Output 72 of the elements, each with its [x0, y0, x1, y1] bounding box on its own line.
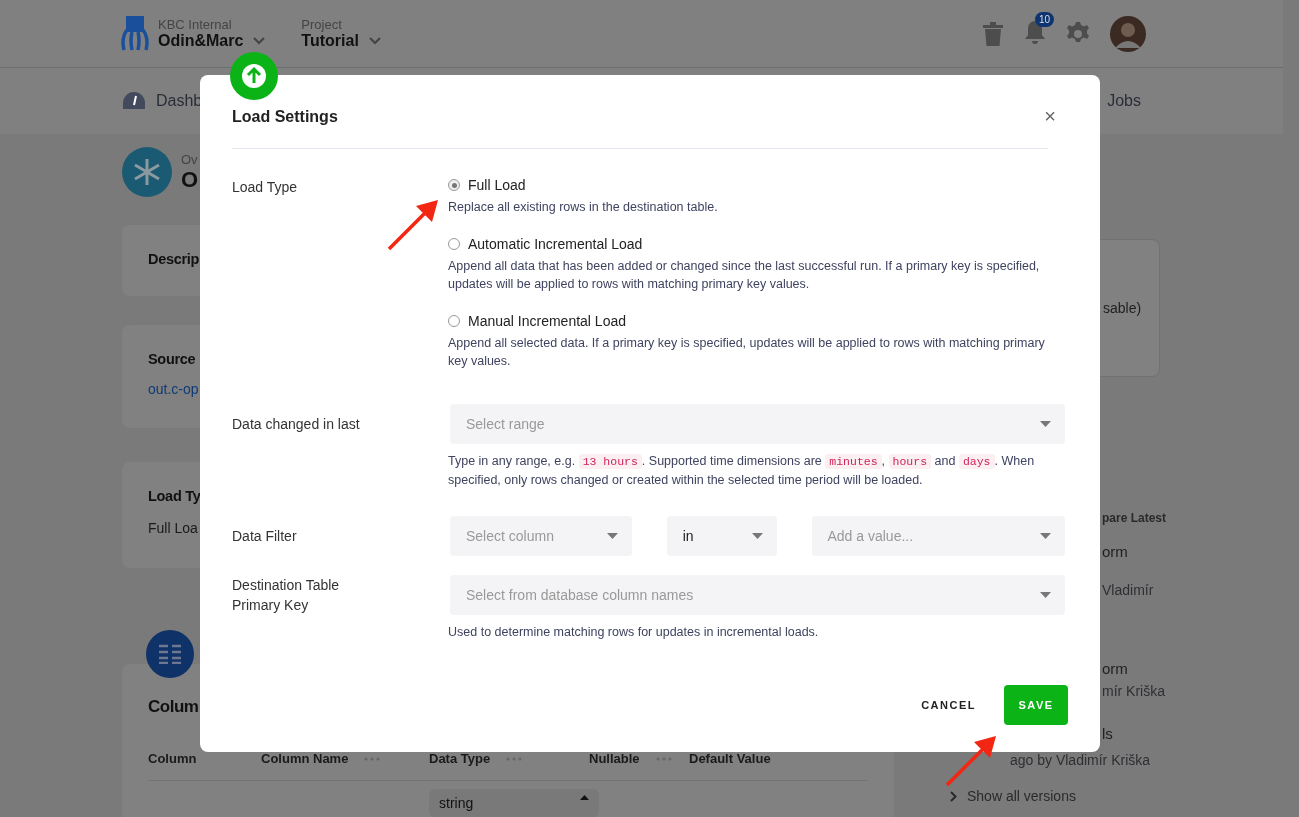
radio-option[interactable]: Automatic Incremental Load: [448, 236, 1065, 252]
field-label: Load Type: [232, 178, 299, 197]
table-link[interactable]: out.c-op: [148, 381, 199, 397]
caret-icon: [580, 795, 589, 800]
caret-icon: [1040, 421, 1051, 427]
project-name[interactable]: Tutorial: [301, 32, 359, 50]
radio-button[interactable]: [448, 238, 460, 250]
nav-tab[interactable]: Dashb: [122, 91, 203, 111]
type-select[interactable]: string: [429, 789, 599, 817]
version-title: orm: [1102, 660, 1128, 677]
chevron-right-icon[interactable]: [950, 790, 957, 802]
primary-key-select[interactable]: Select from database column names: [450, 575, 1065, 615]
snowflake-icon: [122, 147, 172, 197]
table-icon: [146, 630, 194, 678]
version-meta: ago by Vladimír Kriška: [1010, 752, 1151, 768]
card-title: Descrip: [148, 251, 200, 267]
avatar[interactable]: [1110, 15, 1146, 52]
cancel-button[interactable]: CANCEL: [915, 698, 982, 712]
card-title: Load Ty: [148, 488, 201, 504]
nav-tab[interactable]: Jobs: [1107, 92, 1141, 110]
version-title: ls: [1102, 725, 1113, 742]
annotation-arrow: [944, 734, 998, 788]
load-type-value: Full Loa: [148, 520, 198, 536]
field-label: Data Filter: [232, 527, 298, 546]
version-title: orm: [1102, 543, 1128, 560]
help-text: Type in any range, e.g. 13 hours . Supported time dimensions are minutes , hours and days . When specified, only rows changed or created within the selected time period will be loaded.: [448, 453, 1036, 489]
notification-badge: 10: [1034, 11, 1054, 27]
versions-heading: pare Latest: [1102, 511, 1167, 525]
trash-icon[interactable]: [982, 21, 1004, 46]
chevron-down-icon[interactable]: [368, 37, 381, 45]
card-title: Colum: [148, 697, 199, 717]
column-header: Column: [148, 751, 197, 766]
dialog-title: Load Settings: [232, 107, 338, 126]
radio-option[interactable]: Manual Incremental Load: [448, 313, 1065, 329]
option-description: Append all data that has been added or changed since the last successful run. If a primary key is specified, updates will be applied to rows with matching primary key values.: [448, 258, 1041, 293]
radio-button[interactable]: [448, 315, 460, 327]
column-select[interactable]: Select column: [450, 516, 632, 556]
caret-icon: [1040, 533, 1051, 539]
range-select[interactable]: Select range: [450, 404, 1065, 444]
caret-icon: [606, 533, 618, 539]
value-select[interactable]: Add a value...: [811, 516, 1065, 556]
version-meta: mír Kriška: [1102, 683, 1165, 699]
gauge-icon: [122, 91, 146, 111]
card-title: Source: [148, 351, 196, 367]
column-header: Nullable: [589, 751, 640, 766]
more-icon[interactable]: [506, 756, 523, 761]
field-label: Data changed in last: [232, 415, 361, 434]
show-all-link[interactable]: Show all versions: [967, 788, 1076, 804]
chevron-down-icon[interactable]: [253, 37, 266, 45]
radio-button[interactable]: [448, 179, 460, 191]
org-name[interactable]: Odin&Marc: [158, 32, 244, 50]
more-icon[interactable]: [364, 756, 381, 761]
close-button[interactable]: ×: [1044, 105, 1056, 128]
operator-select[interactable]: in: [666, 516, 777, 556]
caret-icon: [751, 533, 763, 539]
save-button[interactable]: SAVE: [1004, 685, 1068, 725]
version-meta: Vladimír: [1102, 582, 1154, 598]
info-text: sable): [1103, 300, 1142, 316]
more-icon[interactable]: [655, 756, 672, 761]
column-header: Default Value: [689, 751, 771, 766]
column-header: Data Type: [429, 751, 491, 766]
option-description: Append all selected data. If a primary key is specified, updates will be applied to rows with matching primary key values.: [448, 335, 1046, 370]
help-text: Used to determine matching rows for updates in incremental loads.: [448, 624, 820, 641]
annotation-arrow: [386, 198, 440, 252]
field-label: Destination Table Primary Key: [232, 576, 341, 615]
column-header: Column Name: [261, 751, 349, 766]
option-description: Replace all existing rows in the destination table.: [448, 199, 719, 216]
org-label: KBC Internal: [158, 17, 233, 32]
project-label: Project: [301, 17, 343, 32]
radio-option[interactable]: Full Load: [448, 177, 1065, 193]
page-title: O: [181, 166, 199, 193]
caret-icon: [1040, 592, 1051, 598]
